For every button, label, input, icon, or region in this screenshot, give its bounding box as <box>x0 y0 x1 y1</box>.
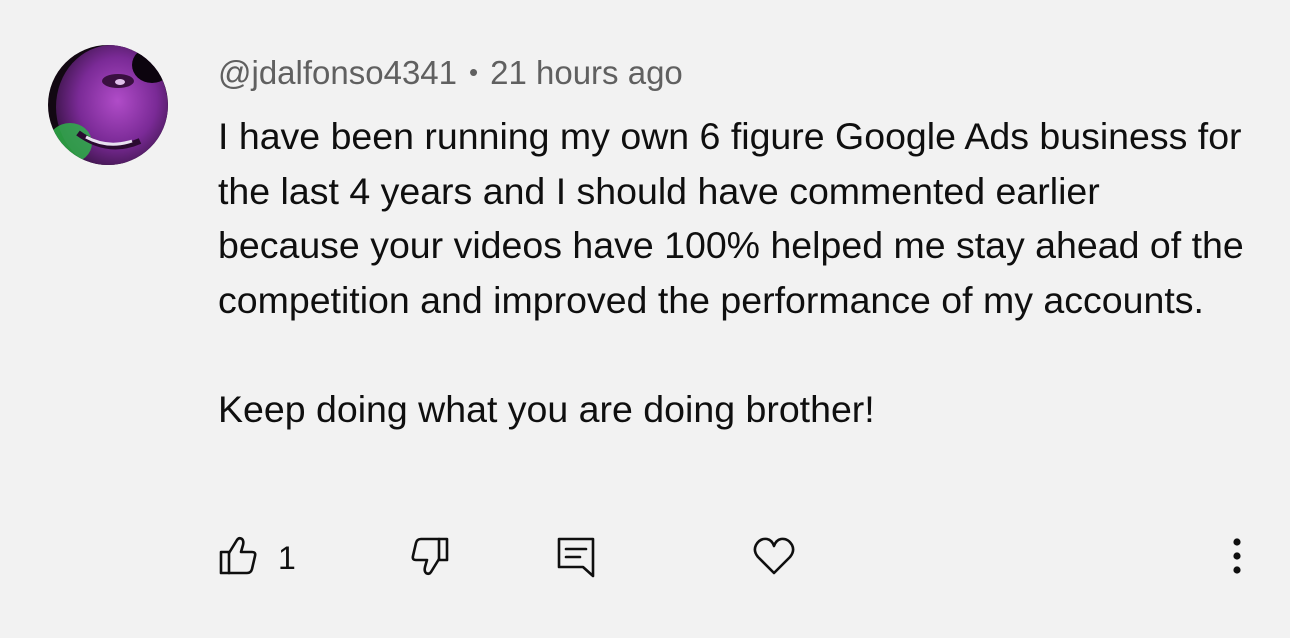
more-vertical-icon <box>1222 534 1252 583</box>
avatar[interactable] <box>48 45 168 165</box>
reply-comment-icon <box>554 534 598 583</box>
comment-actions: 1 <box>0 530 1290 590</box>
heart-button[interactable] <box>752 530 796 586</box>
comment-meta: @jdalfonso4341 • 21 hours ago <box>218 52 683 93</box>
dislike-button[interactable] <box>410 530 450 586</box>
avatar-image <box>48 45 168 165</box>
meta-separator: • <box>469 57 479 87</box>
thumbs-up-icon <box>218 534 258 583</box>
comment-paragraph: I have been running my own 6 figure Goog… <box>218 115 1244 321</box>
like-button[interactable]: 1 <box>218 530 296 586</box>
reply-button[interactable] <box>554 530 598 586</box>
comment-body: I have been running my own 6 figure Goog… <box>218 109 1248 436</box>
more-options-button[interactable] <box>1222 530 1252 586</box>
thumbs-down-icon <box>410 534 450 583</box>
like-count: 1 <box>278 539 296 576</box>
comment-timestamp: 21 hours ago <box>490 54 683 91</box>
author-name[interactable]: @jdalfonso4341 <box>218 54 457 91</box>
comment-paragraph: Keep doing what you are doing brother! <box>218 387 875 430</box>
comment-item: @jdalfonso4341 • 21 hours ago I have been … <box>0 0 1290 638</box>
heart-icon <box>752 535 796 582</box>
